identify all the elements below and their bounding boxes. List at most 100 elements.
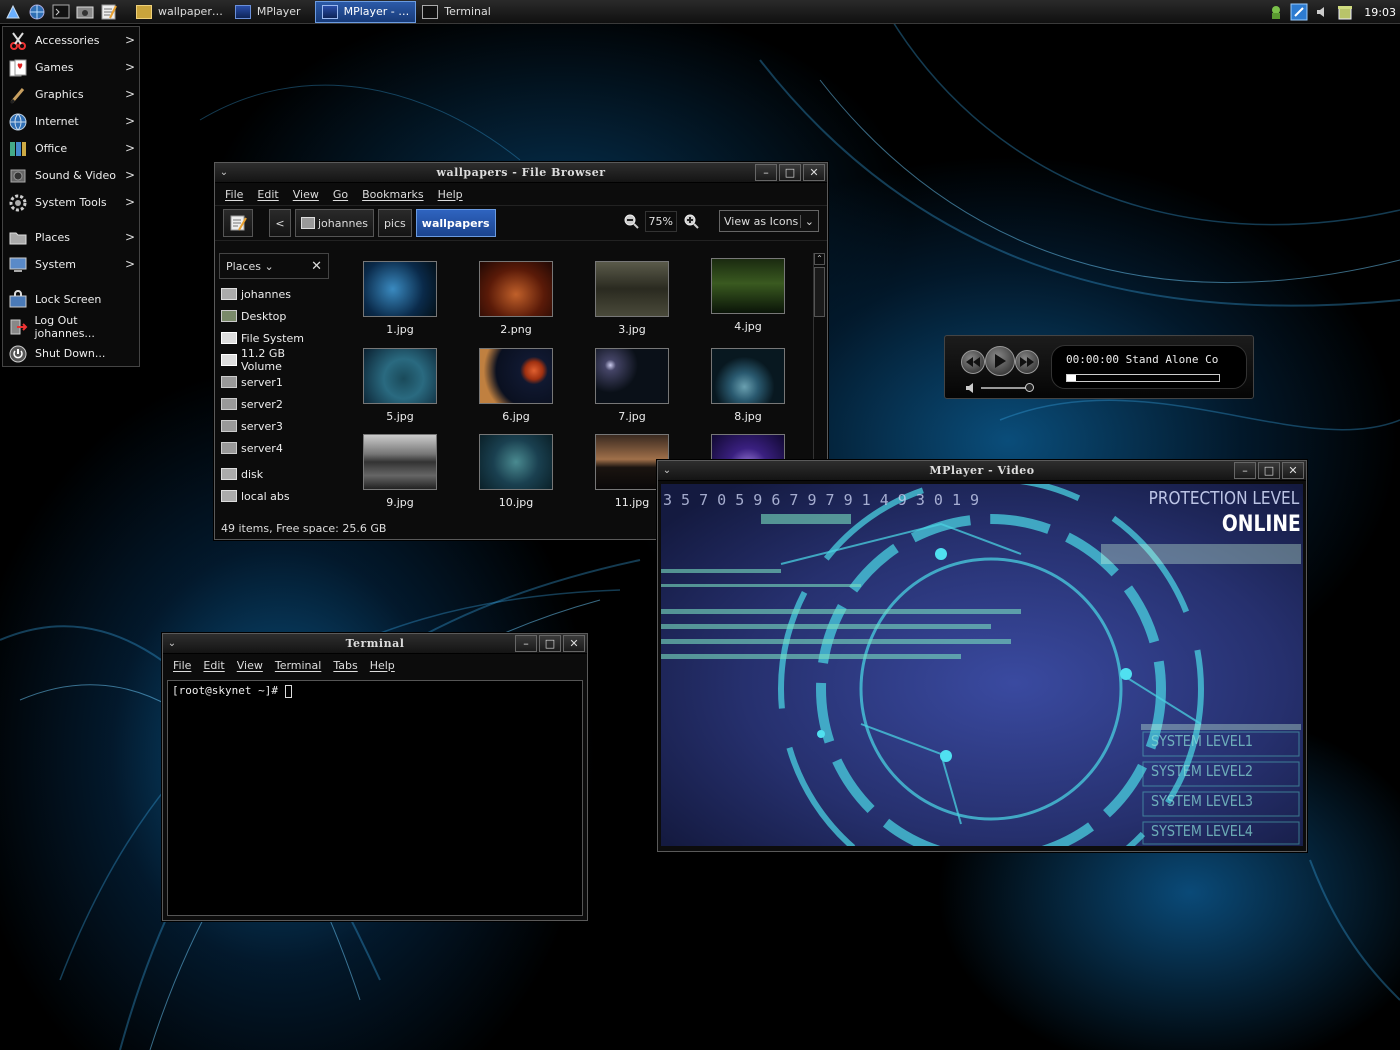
fast-forward-button[interactable]: [1015, 350, 1039, 374]
place-volume[interactable]: 11.2 GB Volume: [219, 347, 329, 373]
menu-item-graphics[interactable]: Graphics >: [3, 81, 139, 108]
file-item[interactable]: 4.jpg: [703, 258, 793, 333]
file-item[interactable]: 3.jpg: [587, 261, 677, 336]
volume-slider-knob[interactable]: [1025, 383, 1034, 392]
place-server2[interactable]: server2: [219, 393, 329, 415]
path-johannes[interactable]: johannes: [295, 209, 374, 237]
menu-item-internet[interactable]: Internet >: [3, 108, 139, 135]
close-button[interactable]: ✕: [803, 164, 825, 181]
location-toggle-button[interactable]: [223, 209, 253, 237]
menu-item-accessories[interactable]: Accessories >: [3, 27, 139, 54]
minimize-button[interactable]: –: [755, 164, 777, 181]
menu-help[interactable]: Help: [438, 188, 463, 201]
path-pics[interactable]: pics: [377, 209, 412, 237]
browser-launcher[interactable]: [26, 2, 48, 22]
files-launcher[interactable]: [74, 2, 96, 22]
menu-item-sound-video[interactable]: Sound & Video >: [3, 162, 139, 189]
menu-item-label: Office: [35, 142, 68, 155]
place-local-abs[interactable]: local abs: [219, 485, 329, 507]
editor-launcher[interactable]: [98, 2, 120, 22]
volume-slider[interactable]: [981, 387, 1031, 389]
close-sidebar-icon[interactable]: ✕: [311, 259, 322, 274]
menu-edit[interactable]: Edit: [203, 659, 224, 672]
place-server4[interactable]: server4: [219, 437, 329, 459]
terminal-titlebar[interactable]: ⌄ Terminal – □ ✕: [163, 634, 587, 654]
menu-item-games[interactable]: Games >: [3, 54, 139, 81]
terminal-output[interactable]: [root@skynet ~]#: [167, 680, 583, 916]
place-file-system[interactable]: File System: [219, 327, 329, 349]
menu-view[interactable]: View: [237, 659, 263, 672]
menu-tabs[interactable]: Tabs: [333, 659, 357, 672]
office-icon: [7, 138, 29, 160]
window-menu-icon[interactable]: ⌄: [163, 638, 181, 649]
volume-icon[interactable]: [1314, 4, 1330, 20]
menu-file[interactable]: File: [225, 188, 243, 201]
menu-item-system-tools[interactable]: System Tools >: [3, 189, 139, 216]
menu-go[interactable]: Go: [333, 188, 348, 201]
home-folder-icon: [301, 217, 315, 229]
menu-view[interactable]: View: [293, 188, 319, 201]
file-item[interactable]: 9.jpg: [355, 434, 445, 509]
network-icon[interactable]: [1290, 3, 1308, 21]
zoom-out-icon[interactable]: [623, 213, 639, 229]
zoom-in-icon[interactable]: [683, 213, 699, 229]
play-button[interactable]: [985, 346, 1015, 376]
task-wallpapers[interactable]: wallpaper…: [130, 1, 229, 23]
menu-item-system[interactable]: System >: [3, 251, 139, 278]
menu-item-places[interactable]: Places >: [3, 224, 139, 251]
minimize-button[interactable]: –: [1234, 462, 1256, 479]
maximize-button[interactable]: □: [1258, 462, 1280, 479]
menu-item-log-out[interactable]: Log Out johannes...: [3, 313, 139, 340]
menu-help[interactable]: Help: [370, 659, 395, 672]
task-mplayer-video[interactable]: MPlayer - …: [314, 0, 417, 23]
file-thumbnail: [711, 348, 785, 404]
place-server3[interactable]: server3: [219, 415, 329, 437]
file-item[interactable]: 7.jpg: [587, 348, 677, 423]
task-terminal[interactable]: Terminal: [416, 1, 497, 23]
rewind-button[interactable]: [961, 350, 985, 374]
maximize-button[interactable]: □: [539, 635, 561, 652]
close-button[interactable]: ✕: [563, 635, 585, 652]
menu-terminal[interactable]: Terminal: [275, 659, 322, 672]
window-menu-icon[interactable]: ⌄: [658, 465, 676, 476]
menu-launcher[interactable]: [2, 2, 24, 22]
menu-bookmarks[interactable]: Bookmarks: [362, 188, 423, 201]
menu-edit[interactable]: Edit: [257, 188, 278, 201]
close-button[interactable]: ✕: [1282, 462, 1304, 479]
gear-icon: [7, 192, 29, 214]
video-frame[interactable]: 3 5 7 0 5 9 6 7 9 7 9 1 4 9 3 0 1 9 PROT…: [661, 484, 1303, 846]
place-server1[interactable]: server1: [219, 371, 329, 393]
scroll-up-arrow[interactable]: ⌃: [814, 253, 825, 265]
file-item[interactable]: 8.jpg: [703, 348, 793, 423]
file-item[interactable]: 6.jpg: [471, 348, 561, 423]
terminal-launcher[interactable]: [50, 2, 72, 22]
menu-separator: [3, 278, 139, 286]
zoom-level[interactable]: 75%: [644, 210, 677, 232]
menu-file[interactable]: File: [173, 659, 191, 672]
place-johannes[interactable]: johannes: [219, 283, 329, 305]
menu-item-shut-down[interactable]: Shut Down...: [3, 340, 139, 367]
video-titlebar[interactable]: ⌄ MPlayer - Video – □ ✕: [658, 461, 1306, 481]
maximize-button[interactable]: □: [779, 164, 801, 181]
file-item[interactable]: 2.png: [471, 261, 561, 336]
scroll-thumb[interactable]: [814, 267, 825, 317]
file-item[interactable]: 5.jpg: [355, 348, 445, 423]
sidebar-type-select[interactable]: Places ⌄: [226, 260, 274, 273]
file-browser-titlebar[interactable]: ⌄ wallpapers - File Browser – □ ✕: [215, 163, 827, 183]
place-disk[interactable]: disk: [219, 463, 329, 485]
menu-item-lock-screen[interactable]: Lock Screen: [3, 286, 139, 313]
menu-item-office[interactable]: Office >: [3, 135, 139, 162]
window-menu-icon[interactable]: ⌄: [215, 167, 233, 178]
view-mode-select[interactable]: View as Icons ⌄: [719, 210, 819, 232]
minimize-button[interactable]: –: [515, 635, 537, 652]
clock[interactable]: 19:03: [1364, 6, 1396, 19]
task-mplayer[interactable]: MPlayer: [229, 1, 307, 23]
place-desktop[interactable]: Desktop: [219, 305, 329, 327]
seek-bar[interactable]: [1066, 374, 1220, 382]
trash-icon[interactable]: [1336, 4, 1354, 20]
update-notifier-icon[interactable]: [1268, 4, 1284, 20]
file-item[interactable]: 10.jpg: [471, 434, 561, 509]
path-back-button[interactable]: <: [269, 209, 291, 237]
path-wallpapers[interactable]: wallpapers: [415, 209, 496, 237]
file-item[interactable]: 1.jpg: [355, 261, 445, 336]
